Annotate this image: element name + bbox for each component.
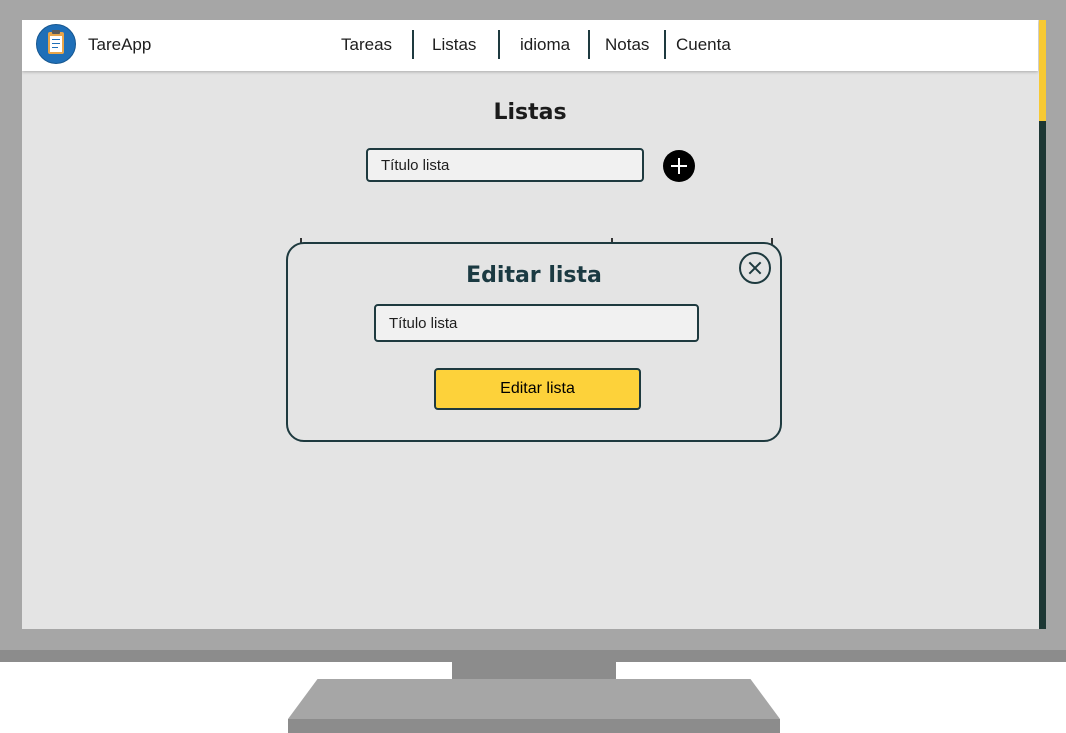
nav-item-tareas[interactable]: Tareas [341,35,392,55]
nav-item-cuenta[interactable]: Cuenta [676,35,731,55]
edit-list-submit-button[interactable]: Editar lista [434,368,641,410]
app-logo-icon[interactable] [36,24,76,64]
nav-separator [588,30,590,59]
page-title: Listas [493,100,567,125]
nav-item-notas[interactable]: Notas [605,35,649,55]
new-list-title-input[interactable] [366,148,644,182]
edit-list-modal: Editar lista Editar lista [286,242,782,442]
scrollbar-thumb[interactable] [1039,20,1046,121]
close-modal-button[interactable] [739,252,771,284]
nav-separator [664,30,666,59]
app-name: TareApp [88,35,152,54]
screen: TareApp Tareas Listas idioma Notas Cuent… [22,20,1046,629]
nav-separator [412,30,414,59]
nav-separator [498,30,500,59]
modal-title: Editar lista [466,263,602,288]
nav-item-listas[interactable]: Listas [432,35,476,55]
edit-list-title-input[interactable] [374,304,699,342]
monitor-stand-base [288,719,780,733]
nav-item-idioma[interactable]: idioma [520,35,570,55]
monitor-chin [0,650,1066,662]
navbar: TareApp Tareas Listas idioma Notas Cuent… [22,20,1038,71]
add-list-button[interactable] [663,150,695,182]
